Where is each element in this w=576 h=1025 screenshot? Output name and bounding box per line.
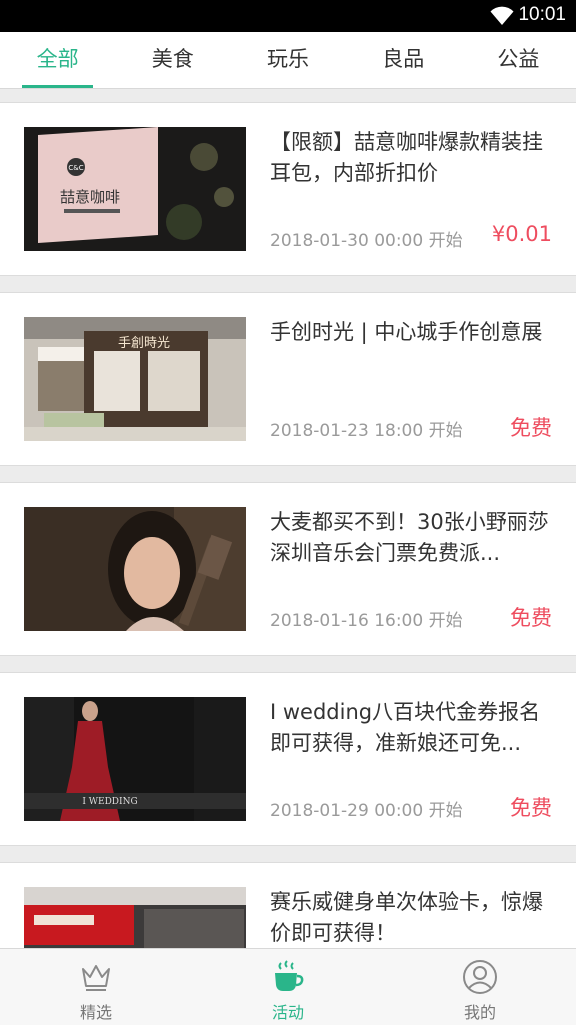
status-bar: 10:01 (0, 0, 576, 32)
nav-activities-label: 活动 (271, 1003, 304, 1022)
svg-text:C&C: C&C (68, 164, 83, 172)
nav-featured-label: 精选 (79, 1003, 112, 1022)
svg-text:I WEDDING: I WEDDING (82, 797, 137, 807)
wifi-icon (490, 6, 514, 25)
bottom-navigation: 精选 活动 我的 (0, 948, 576, 1025)
event-start-date: 2018-01-16 16:00 开始 (270, 611, 463, 631)
event-card[interactable]: 赛乐威健身单次体验卡，惊爆价即可获得！ (0, 862, 576, 948)
event-price: ¥0.01 (491, 222, 552, 246)
tab-food[interactable]: 美食 (115, 32, 230, 88)
event-price: 免费 (510, 606, 552, 630)
svg-text:喆意咖啡: 喆意咖啡 (60, 188, 120, 206)
tab-all[interactable]: 全部 (0, 32, 115, 88)
event-list[interactable]: C&C 喆意咖啡 【限额】喆意咖啡爆款精装挂耳包，内部折扣价 2018-01-3… (0, 88, 576, 948)
user-icon (463, 960, 497, 994)
event-card[interactable]: I WEDDING I wedding八百块代金券报名即可获得，准新娘还可免..… (0, 672, 576, 846)
event-title: 大麦都买不到！30张小野丽莎深圳音乐会门票免费派... (270, 510, 549, 565)
clock: 10:01 (518, 4, 566, 25)
event-card[interactable]: 手創時光 手创时光 | 中心城手作创意展 2018-01-23 18:00 开始… (0, 292, 576, 466)
event-start-date: 2018-01-23 18:00 开始 (270, 421, 463, 441)
tab-charity[interactable]: 公益 (461, 32, 576, 88)
svg-text:手創時光: 手創時光 (118, 336, 170, 351)
event-title: 手创时光 | 中心城手作创意展 (270, 320, 543, 344)
event-thumbnail (24, 887, 246, 948)
event-title: I wedding八百块代金券报名即可获得，准新娘还可免... (270, 700, 541, 755)
event-card[interactable]: 大麦都买不到！30张小野丽莎深圳音乐会门票免费派... 2018-01-16 1… (0, 482, 576, 656)
coffee-cup-icon (275, 960, 304, 991)
nav-profile[interactable]: 我的 (384, 949, 576, 1025)
nav-activities[interactable]: 活动 (192, 949, 384, 1025)
event-thumbnail: C&C 喆意咖啡 (24, 127, 246, 251)
event-price: 免费 (510, 416, 552, 440)
event-title: 【限额】喆意咖啡爆款精装挂耳包，内部折扣价 (270, 130, 543, 185)
event-title: 赛乐威健身单次体验卡，惊爆价即可获得！ (270, 890, 543, 945)
category-tabs: 全部 美食 玩乐 良品 公益 (0, 32, 576, 89)
nav-profile-label: 我的 (463, 1003, 496, 1022)
event-thumbnail (24, 507, 246, 631)
tab-goods[interactable]: 良品 (346, 32, 461, 88)
event-thumbnail: 手創時光 (24, 317, 246, 441)
event-price: 免费 (510, 796, 552, 820)
tab-fun[interactable]: 玩乐 (230, 32, 345, 88)
nav-featured[interactable]: 精选 (0, 949, 192, 1025)
event-card[interactable]: C&C 喆意咖啡 【限额】喆意咖啡爆款精装挂耳包，内部折扣价 2018-01-3… (0, 102, 576, 276)
event-start-date: 2018-01-29 00:00 开始 (270, 801, 463, 821)
event-start-date: 2018-01-30 00:00 开始 (270, 231, 463, 251)
event-thumbnail: I WEDDING (24, 697, 246, 821)
crown-icon (82, 965, 110, 991)
